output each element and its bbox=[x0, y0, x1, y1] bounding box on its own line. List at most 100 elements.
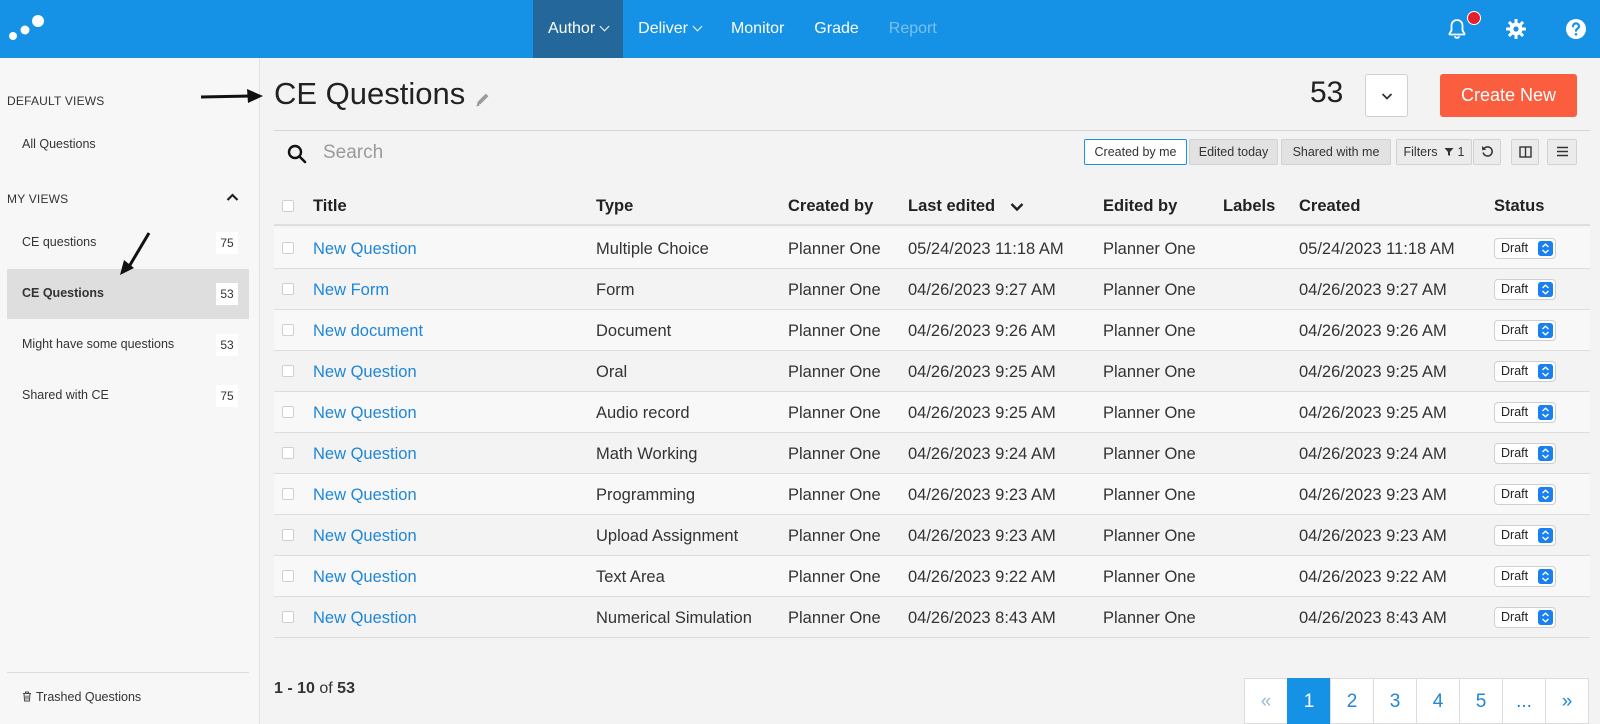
sidebar-item-label: All Questions bbox=[22, 137, 96, 151]
cell-created: 04/26/2023 9:25 AM bbox=[1299, 404, 1447, 422]
table-row[interactable]: New Question Audio record Planner One 04/26… bbox=[274, 392, 1590, 433]
nav-item-monitor[interactable]: Monitor bbox=[716, 0, 799, 58]
sort-descending-icon[interactable] bbox=[1010, 202, 1024, 212]
status-select[interactable]: Draft bbox=[1494, 484, 1556, 505]
create-new-button[interactable]: Create New bbox=[1440, 74, 1577, 117]
list-view-button[interactable] bbox=[1547, 139, 1577, 165]
cell-created-by: Planner One bbox=[788, 445, 881, 463]
bell-icon[interactable] bbox=[1445, 17, 1469, 41]
row-checkbox[interactable] bbox=[282, 365, 294, 377]
row-checkbox[interactable] bbox=[282, 324, 294, 336]
select-arrows-icon bbox=[1538, 405, 1553, 420]
header-divider bbox=[274, 130, 1590, 131]
row-checkbox[interactable] bbox=[282, 406, 294, 418]
status-value: Draft bbox=[1501, 282, 1529, 296]
table-row[interactable]: New Question Programming Planner One 04/26/… bbox=[274, 474, 1590, 515]
trash-icon bbox=[23, 691, 31, 702]
cell-created-by: Planner One bbox=[788, 363, 881, 381]
page-button[interactable]: 2 bbox=[1330, 678, 1374, 724]
status-select[interactable]: Draft bbox=[1494, 361, 1556, 382]
table-row[interactable]: New Question Upload Assignment Planner One… bbox=[274, 515, 1590, 556]
cell-last-edited: 05/24/2023 11:18 AM bbox=[908, 240, 1064, 258]
sidebar-view-item[interactable]: Might have some questions 53 bbox=[7, 320, 249, 370]
status-select[interactable]: Draft bbox=[1494, 566, 1556, 587]
trashed-questions-link[interactable]: Trashed Questions bbox=[22, 690, 141, 704]
row-checkbox[interactable] bbox=[282, 242, 294, 254]
page-button[interactable]: 4 bbox=[1416, 678, 1460, 724]
cell-title[interactable]: New Question bbox=[313, 568, 417, 587]
select-arrows-icon bbox=[1538, 323, 1553, 338]
status-select[interactable]: Draft bbox=[1494, 443, 1556, 464]
cell-title[interactable]: New Question bbox=[313, 486, 417, 505]
status-select[interactable]: Draft bbox=[1494, 525, 1556, 546]
cell-title[interactable]: New Question bbox=[313, 363, 417, 382]
table-row[interactable]: New Question Oral Planner One 04/26/2023 9:… bbox=[274, 351, 1590, 392]
nav-item-author[interactable]: Author bbox=[533, 0, 624, 58]
row-checkbox[interactable] bbox=[282, 283, 294, 295]
status-select[interactable]: Draft bbox=[1494, 238, 1556, 259]
filters-button[interactable]: Filters 1 bbox=[1396, 139, 1472, 165]
page-button[interactable]: ... bbox=[1502, 678, 1546, 724]
page-button[interactable]: 5 bbox=[1459, 678, 1503, 724]
chevron-up-icon[interactable] bbox=[226, 192, 239, 202]
cell-title[interactable]: New Question bbox=[313, 445, 417, 464]
row-checkbox[interactable] bbox=[282, 488, 294, 500]
column-header-labels[interactable]: Labels bbox=[1223, 197, 1275, 216]
table-row[interactable]: New Question Math Working Planner One 04/26… bbox=[274, 433, 1590, 474]
status-select[interactable]: Draft bbox=[1494, 320, 1556, 341]
page-button[interactable]: « bbox=[1244, 678, 1288, 724]
chip-shared-with-me[interactable]: Shared with me bbox=[1281, 139, 1391, 165]
status-select[interactable]: Draft bbox=[1494, 607, 1556, 628]
search-input[interactable]: Search bbox=[323, 142, 383, 164]
main-nav: Author Deliver Monitor Grade Report bbox=[533, 0, 952, 58]
edit-pencil-icon[interactable] bbox=[474, 91, 491, 108]
cell-title[interactable]: New Question bbox=[313, 404, 417, 423]
table-row[interactable]: New Question Multiple Choice Planner One 05… bbox=[274, 228, 1590, 269]
column-header-status[interactable]: Status bbox=[1494, 197, 1544, 216]
row-checkbox[interactable] bbox=[282, 611, 294, 623]
cell-created-by: Planner One bbox=[788, 281, 881, 299]
trashed-questions-label: Trashed Questions bbox=[36, 690, 142, 704]
column-header-created[interactable]: Created bbox=[1299, 197, 1360, 216]
cell-title[interactable]: New Question bbox=[313, 240, 417, 259]
column-header-edited-by[interactable]: Edited by bbox=[1103, 197, 1177, 216]
chip-created-by-me[interactable]: Created by me bbox=[1084, 139, 1187, 165]
cell-title[interactable]: New Question bbox=[313, 527, 417, 546]
page-button[interactable]: » bbox=[1545, 678, 1589, 724]
sidebar-item-all-questions[interactable]: All Questions bbox=[7, 120, 249, 170]
table-row[interactable]: New Question Numerical Simulation Planner … bbox=[274, 597, 1590, 638]
select-arrows-icon bbox=[1538, 282, 1553, 297]
app-logo[interactable] bbox=[8, 14, 48, 44]
cell-title[interactable]: New Question bbox=[313, 609, 417, 628]
row-checkbox[interactable] bbox=[282, 529, 294, 541]
help-icon[interactable] bbox=[1564, 17, 1588, 41]
table-row[interactable]: New Form Form Planner One 04/26/2023 9:27 A… bbox=[274, 269, 1590, 310]
select-all-checkbox[interactable] bbox=[282, 200, 294, 212]
cell-edited-by: Planner One bbox=[1103, 445, 1196, 463]
column-header-created-by[interactable]: Created by bbox=[788, 197, 873, 216]
column-header-last-edited[interactable]: Last edited bbox=[908, 197, 995, 216]
page-button[interactable]: 1 bbox=[1287, 678, 1331, 724]
status-select[interactable]: Draft bbox=[1494, 402, 1556, 423]
nav-item-deliver[interactable]: Deliver bbox=[623, 0, 716, 58]
chip-edited-today[interactable]: Edited today bbox=[1189, 139, 1278, 165]
reset-button[interactable] bbox=[1473, 139, 1501, 165]
nav-item-grade[interactable]: Grade bbox=[799, 0, 873, 58]
table-row[interactable]: New Question Text Area Planner One 04/26/20… bbox=[274, 556, 1590, 597]
cell-edited-by: Planner One bbox=[1103, 404, 1196, 422]
table-row[interactable]: New document Document Planner One 04/26/202… bbox=[274, 310, 1590, 351]
cell-title[interactable]: New document bbox=[313, 322, 423, 341]
gear-icon[interactable] bbox=[1504, 17, 1528, 41]
row-checkbox[interactable] bbox=[282, 570, 294, 582]
status-select[interactable]: Draft bbox=[1494, 279, 1556, 300]
column-header-title[interactable]: Title bbox=[313, 197, 347, 216]
cell-created-by: Planner One bbox=[788, 486, 881, 504]
sidebar-view-item[interactable]: Shared with CE 75 bbox=[7, 371, 249, 421]
columns-toggle-button[interactable] bbox=[1511, 139, 1539, 165]
column-header-type[interactable]: Type bbox=[596, 197, 633, 216]
select-arrows-icon bbox=[1538, 364, 1553, 379]
cell-title[interactable]: New Form bbox=[313, 281, 389, 300]
row-checkbox[interactable] bbox=[282, 447, 294, 459]
page-button[interactable]: 3 bbox=[1373, 678, 1417, 724]
view-options-dropdown[interactable] bbox=[1365, 74, 1408, 117]
